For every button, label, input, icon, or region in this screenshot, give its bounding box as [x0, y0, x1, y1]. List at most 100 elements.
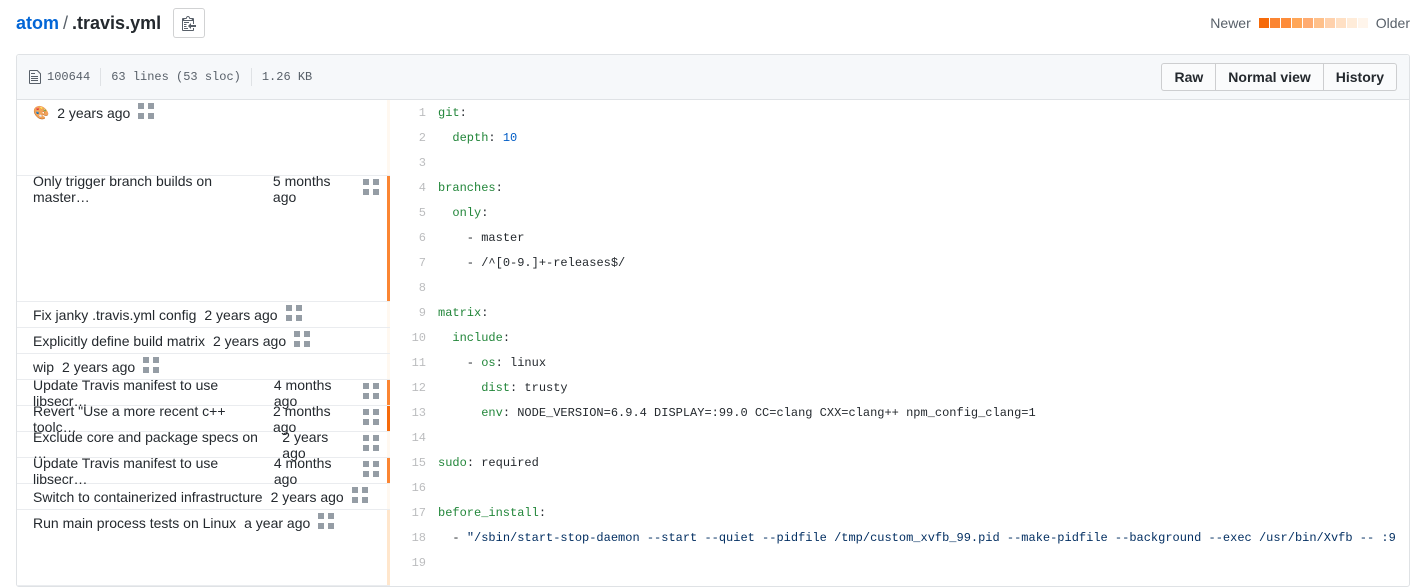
- code-content: only:: [438, 206, 488, 220]
- blame-hunk: 🎨 2 years ago: [17, 100, 390, 176]
- code-content: env: NODE_VERSION=6.9.4 DISPLAY=:99.0 CC…: [438, 406, 1036, 420]
- commit-time: 2 years ago: [204, 307, 277, 323]
- commit-time: 2 years ago: [271, 489, 344, 505]
- commit-message[interactable]: wip: [33, 359, 54, 375]
- commit-message[interactable]: Run main process tests on Linux: [33, 515, 236, 531]
- line-number[interactable]: 9: [390, 306, 438, 320]
- code-line: 11 - os: linux: [390, 350, 1409, 375]
- code-content: - "/sbin/start-stop-daemon --start --qui…: [438, 531, 1396, 545]
- line-number[interactable]: 16: [390, 481, 438, 495]
- code-content: dist: trusty: [438, 381, 568, 395]
- line-number[interactable]: 1: [390, 106, 438, 120]
- commit-message[interactable]: Fix janky .travis.yml config: [33, 307, 196, 323]
- code-line: 2 depth: 10: [390, 125, 1409, 150]
- code-content: - master: [438, 231, 524, 245]
- code-line: 17before_install:: [390, 500, 1409, 525]
- reblame-icon[interactable]: [318, 513, 334, 532]
- age-color-bar: [1259, 18, 1368, 28]
- code-line: 5 only:: [390, 200, 1409, 225]
- age-legend: Newer Older: [1210, 15, 1410, 31]
- file-lines: 63 lines (53 sloc): [101, 70, 251, 84]
- commit-message[interactable]: 🎨: [33, 105, 49, 121]
- line-number[interactable]: 7: [390, 256, 438, 270]
- code-content: branches:: [438, 181, 503, 195]
- code-line: 18 - "/sbin/start-stop-daemon --start --…: [390, 525, 1409, 550]
- line-number[interactable]: 6: [390, 231, 438, 245]
- commit-time: 2 years ago: [57, 105, 130, 121]
- raw-button[interactable]: Raw: [1161, 63, 1216, 91]
- commit-message[interactable]: Explicitly define build matrix: [33, 333, 205, 349]
- line-number[interactable]: 18: [390, 531, 438, 545]
- commit-message[interactable]: Only trigger branch builds on master…: [33, 173, 265, 205]
- code-line: 13 env: NODE_VERSION=6.9.4 DISPLAY=:99.0…: [390, 400, 1409, 425]
- commit-time: 4 months ago: [274, 455, 355, 487]
- commit-time: 5 months ago: [273, 173, 355, 205]
- line-number[interactable]: 10: [390, 331, 438, 345]
- blame-commits-column: 🎨 2 years ago Only trigger branch builds o…: [17, 100, 390, 586]
- code-content: depth: 10: [438, 131, 517, 145]
- line-number[interactable]: 14: [390, 431, 438, 445]
- line-number[interactable]: 12: [390, 381, 438, 395]
- reblame-icon[interactable]: [286, 305, 302, 324]
- code-line: 1git:: [390, 100, 1409, 125]
- legend-older: Older: [1376, 15, 1410, 31]
- blame-hunk: Explicitly define build matrix 2 years ag…: [17, 328, 390, 354]
- file-actions: Raw Normal view History: [1161, 63, 1397, 91]
- reblame-icon[interactable]: [352, 487, 368, 506]
- code-content: git:: [438, 106, 467, 120]
- commit-time: 2 years ago: [62, 359, 135, 375]
- code-line: 6 - master: [390, 225, 1409, 250]
- reblame-icon[interactable]: [143, 357, 159, 376]
- code-line: 14: [390, 425, 1409, 450]
- repo-link[interactable]: atom: [16, 13, 59, 34]
- code-line: 8: [390, 275, 1409, 300]
- code-content: include:: [438, 331, 510, 345]
- copy-path-button[interactable]: [173, 8, 205, 38]
- code-line: 7 - /^[0-9.]+-releases$/: [390, 250, 1409, 275]
- line-number[interactable]: 4: [390, 181, 438, 195]
- code-line: 10 include:: [390, 325, 1409, 350]
- code-content: - os: linux: [438, 356, 546, 370]
- reblame-icon[interactable]: [363, 179, 379, 198]
- blame-hunk: Switch to containerized infrastructure 2 …: [17, 484, 390, 510]
- blame-code-column: 1git:2 depth: 1034branches:5 only:6 - ma…: [390, 100, 1409, 586]
- breadcrumb: atom / .travis.yml: [16, 8, 205, 38]
- reblame-icon[interactable]: [138, 103, 154, 122]
- line-number[interactable]: 3: [390, 156, 438, 170]
- file-header: 100644 63 lines (53 sloc) 1.26 KB Raw No…: [17, 55, 1409, 100]
- blame-hunk: Only trigger branch builds on master…5 m…: [17, 176, 390, 302]
- line-number[interactable]: 11: [390, 356, 438, 370]
- code-line: 19: [390, 550, 1409, 575]
- line-number[interactable]: 19: [390, 556, 438, 570]
- code-line: 15sudo: required: [390, 450, 1409, 475]
- line-number[interactable]: 13: [390, 406, 438, 420]
- blame-hunk: Fix janky .travis.yml config 2 years ago: [17, 302, 390, 328]
- reblame-icon[interactable]: [363, 461, 379, 480]
- code-line: 3: [390, 150, 1409, 175]
- commit-message[interactable]: Update Travis manifest to use libsecr…: [33, 455, 266, 487]
- line-number[interactable]: 15: [390, 456, 438, 470]
- code-content: matrix:: [438, 306, 488, 320]
- normal-view-button[interactable]: Normal view: [1215, 63, 1323, 91]
- commit-message[interactable]: Switch to containerized infrastructure: [33, 489, 263, 505]
- line-number[interactable]: 17: [390, 506, 438, 520]
- history-button[interactable]: History: [1323, 63, 1397, 91]
- line-number[interactable]: 2: [390, 131, 438, 145]
- code-line: 9matrix:: [390, 300, 1409, 325]
- code-content: - /^[0-9.]+-releases$/: [438, 256, 625, 270]
- blame-hunk: Update Travis manifest to use libsecr…4 …: [17, 458, 390, 484]
- code-line: 4branches:: [390, 175, 1409, 200]
- code-content: before_install:: [438, 506, 546, 520]
- file-size: 1.26 KB: [252, 70, 322, 84]
- file-mode: 100644: [47, 70, 90, 84]
- reblame-icon[interactable]: [294, 331, 310, 350]
- reblame-icon[interactable]: [363, 383, 379, 402]
- clipboard-icon: [182, 15, 196, 31]
- line-number[interactable]: 5: [390, 206, 438, 220]
- file-box: 100644 63 lines (53 sloc) 1.26 KB Raw No…: [16, 54, 1410, 587]
- reblame-icon[interactable]: [363, 409, 379, 428]
- line-number[interactable]: 8: [390, 281, 438, 295]
- commit-time: 2 years ago: [213, 333, 286, 349]
- reblame-icon[interactable]: [363, 435, 379, 454]
- breadcrumb-row: atom / .travis.yml Newer Older: [16, 0, 1410, 54]
